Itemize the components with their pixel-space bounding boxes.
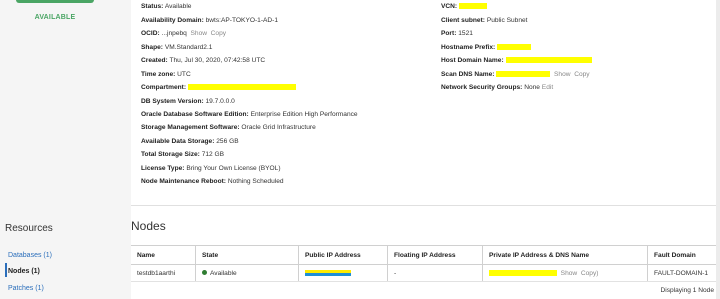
column-header-floating-ip[interactable]: Floating IP Address [387, 245, 483, 265]
nsg-edit-link[interactable]: Edit [542, 84, 553, 91]
resources-title: Resources [5, 223, 53, 234]
status-badge: AVAILABLE [34, 14, 76, 21]
node-floating-ip: - [387, 264, 483, 282]
scan-dns-row: Scan DNS Name: Show Copy [441, 71, 590, 78]
ocid-show-link[interactable]: Show [191, 30, 208, 37]
private-ip-show-link[interactable]: Show [561, 270, 578, 277]
resource-link-patches[interactable]: Patches (1) [8, 285, 44, 292]
status-row: Status: Available [141, 3, 192, 10]
created-row: Created: Thu, Jul 30, 2020, 07:42:58 UTC [141, 57, 266, 64]
redacted-hostname [497, 44, 532, 51]
ocid-row: OCID: ...jnpebq Show Copy [141, 30, 227, 37]
column-header-name[interactable]: Name [131, 245, 196, 265]
db-version-row: DB System Version: 19.7.0.0.0 [141, 98, 235, 105]
ocid-copy-link[interactable]: Copy [211, 30, 226, 37]
hostname-prefix-row: Hostname Prefix: [441, 44, 532, 51]
nodes-title: Nodes [131, 219, 166, 233]
redacted-public-ip [305, 269, 351, 276]
column-header-public-ip[interactable]: Public IP Address [298, 245, 388, 265]
column-header-private-ip[interactable]: Private IP Address & DNS Name [482, 245, 648, 265]
redacted-vcn [458, 3, 487, 10]
compartment-row: Compartment: [141, 84, 296, 91]
node-public-ip [298, 264, 388, 282]
column-header-state[interactable]: State [195, 245, 299, 265]
table-header-row: Name State Public IP Address Floating IP… [131, 245, 720, 265]
nsg-row: Network Security Groups: None Edit [441, 84, 554, 91]
resource-link-databases[interactable]: Databases (1) [8, 252, 52, 259]
nodes-table: Name State Public IP Address Floating IP… [131, 245, 720, 282]
status-dot-icon [202, 270, 207, 276]
main-content: Status: Available Availability Domain: b… [131, 0, 720, 299]
host-domain-row: Host Domain Name: [441, 57, 592, 64]
redacted-compartment [187, 84, 296, 91]
storage-mgmt-row: Storage Management Software: Oracle Grid… [141, 124, 316, 131]
status-icon-block [16, 0, 94, 3]
left-panel: AVAILABLE Resources Databases (1) Nodes … [0, 0, 131, 299]
column-header-fault-domain[interactable]: Fault Domain [647, 245, 720, 265]
table-footer: Displaying 1 Node [660, 287, 714, 294]
node-fault-domain: FAULT-DOMAIN-1 [647, 264, 720, 282]
db-system-info: Status: Available Availability Domain: b… [131, 0, 720, 206]
redacted-scan-dns [496, 71, 551, 78]
scan-show-link[interactable]: Show [554, 71, 571, 78]
shape-row: Shape: VM.Standard2.1 [141, 44, 213, 51]
edition-row: Oracle Database Software Edition: Enterp… [141, 111, 358, 118]
node-private-ip: Show Copy) [482, 264, 648, 282]
client-subnet-row: Client subnet: Public Subnet [441, 17, 528, 24]
table-row: testdb1aarthi Available - Show Copy) FAU… [131, 264, 720, 282]
vcn-row: VCN: [441, 3, 487, 10]
port-row: Port: 1521 [441, 30, 473, 37]
maintenance-row: Node Maintenance Reboot: Nothing Schedul… [141, 178, 284, 185]
redacted-private-ip [489, 269, 557, 276]
availability-domain-row: Availability Domain: bwts:AP-TOKYO-1-AD-… [141, 17, 279, 24]
page-scrollbar[interactable] [716, 0, 720, 299]
available-storage-row: Available Data Storage: 256 GB [141, 138, 239, 145]
node-state: Available [195, 264, 299, 282]
timezone-row: Time zone: UTC [141, 71, 191, 78]
license-row: License Type: Bring Your Own License (BY… [141, 165, 281, 172]
node-name: testdb1aarthi [131, 264, 196, 282]
resource-link-nodes[interactable]: Nodes (1) [8, 268, 40, 275]
private-ip-copy-link[interactable]: Copy) [581, 270, 599, 277]
total-storage-row: Total Storage Size: 712 GB [141, 151, 225, 158]
redacted-host-domain [505, 57, 592, 64]
active-indicator [5, 263, 7, 277]
scan-copy-link[interactable]: Copy [574, 71, 589, 78]
